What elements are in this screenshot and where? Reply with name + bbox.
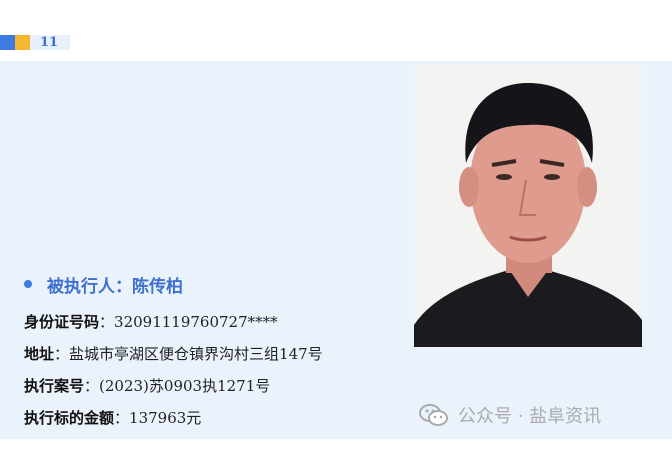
case-number-separator: ： — [84, 377, 100, 395]
tag-yellow-block — [15, 35, 30, 50]
watermark: 公众号 · 盐阜资讯 — [418, 402, 601, 428]
amount-separator: ： — [114, 409, 130, 427]
address-label: 地址 — [24, 345, 55, 363]
case-number-row: 执行案号：(2023)苏0903执1271号 — [24, 375, 270, 397]
id-number-separator: ： — [99, 313, 115, 331]
case-number-value: (2023)苏0903执1271号 — [99, 377, 271, 395]
debtor-label: 被执行人 — [47, 276, 115, 297]
amount-row: 执行标的金额：137963元 — [24, 407, 201, 429]
person-photo-illustration — [414, 65, 642, 347]
address-separator: ： — [54, 345, 70, 363]
amount-value: 137963元 — [129, 409, 202, 427]
wechat-icon — [419, 404, 448, 426]
debtor-name: 陈传柏 — [132, 276, 183, 297]
id-number-value: 32091119760727**** — [114, 313, 278, 331]
amount-label: 执行标的金额 — [24, 409, 115, 427]
tag-blue-block — [0, 35, 15, 50]
address-value: 盐城市亭湖区便仓镇界沟村三组147号 — [69, 345, 323, 363]
debtor-name-row: 被执行人 ： 陈传柏 — [24, 272, 183, 297]
section-tag: 11 — [0, 35, 71, 50]
person-photo — [414, 65, 642, 347]
id-number-label: 身份证号码 — [24, 313, 100, 331]
bullet-dot — [24, 280, 32, 288]
watermark-text: 公众号 · 盐阜资讯 — [458, 406, 602, 427]
case-number-label: 执行案号 — [24, 377, 85, 395]
section-number: 11 — [30, 35, 71, 50]
address-row: 地址：盐城市亭湖区便仓镇界沟村三组147号 — [24, 343, 323, 365]
id-number-row: 身份证号码：32091119760727**** — [24, 311, 278, 333]
debtor-separator: ： — [115, 276, 132, 297]
